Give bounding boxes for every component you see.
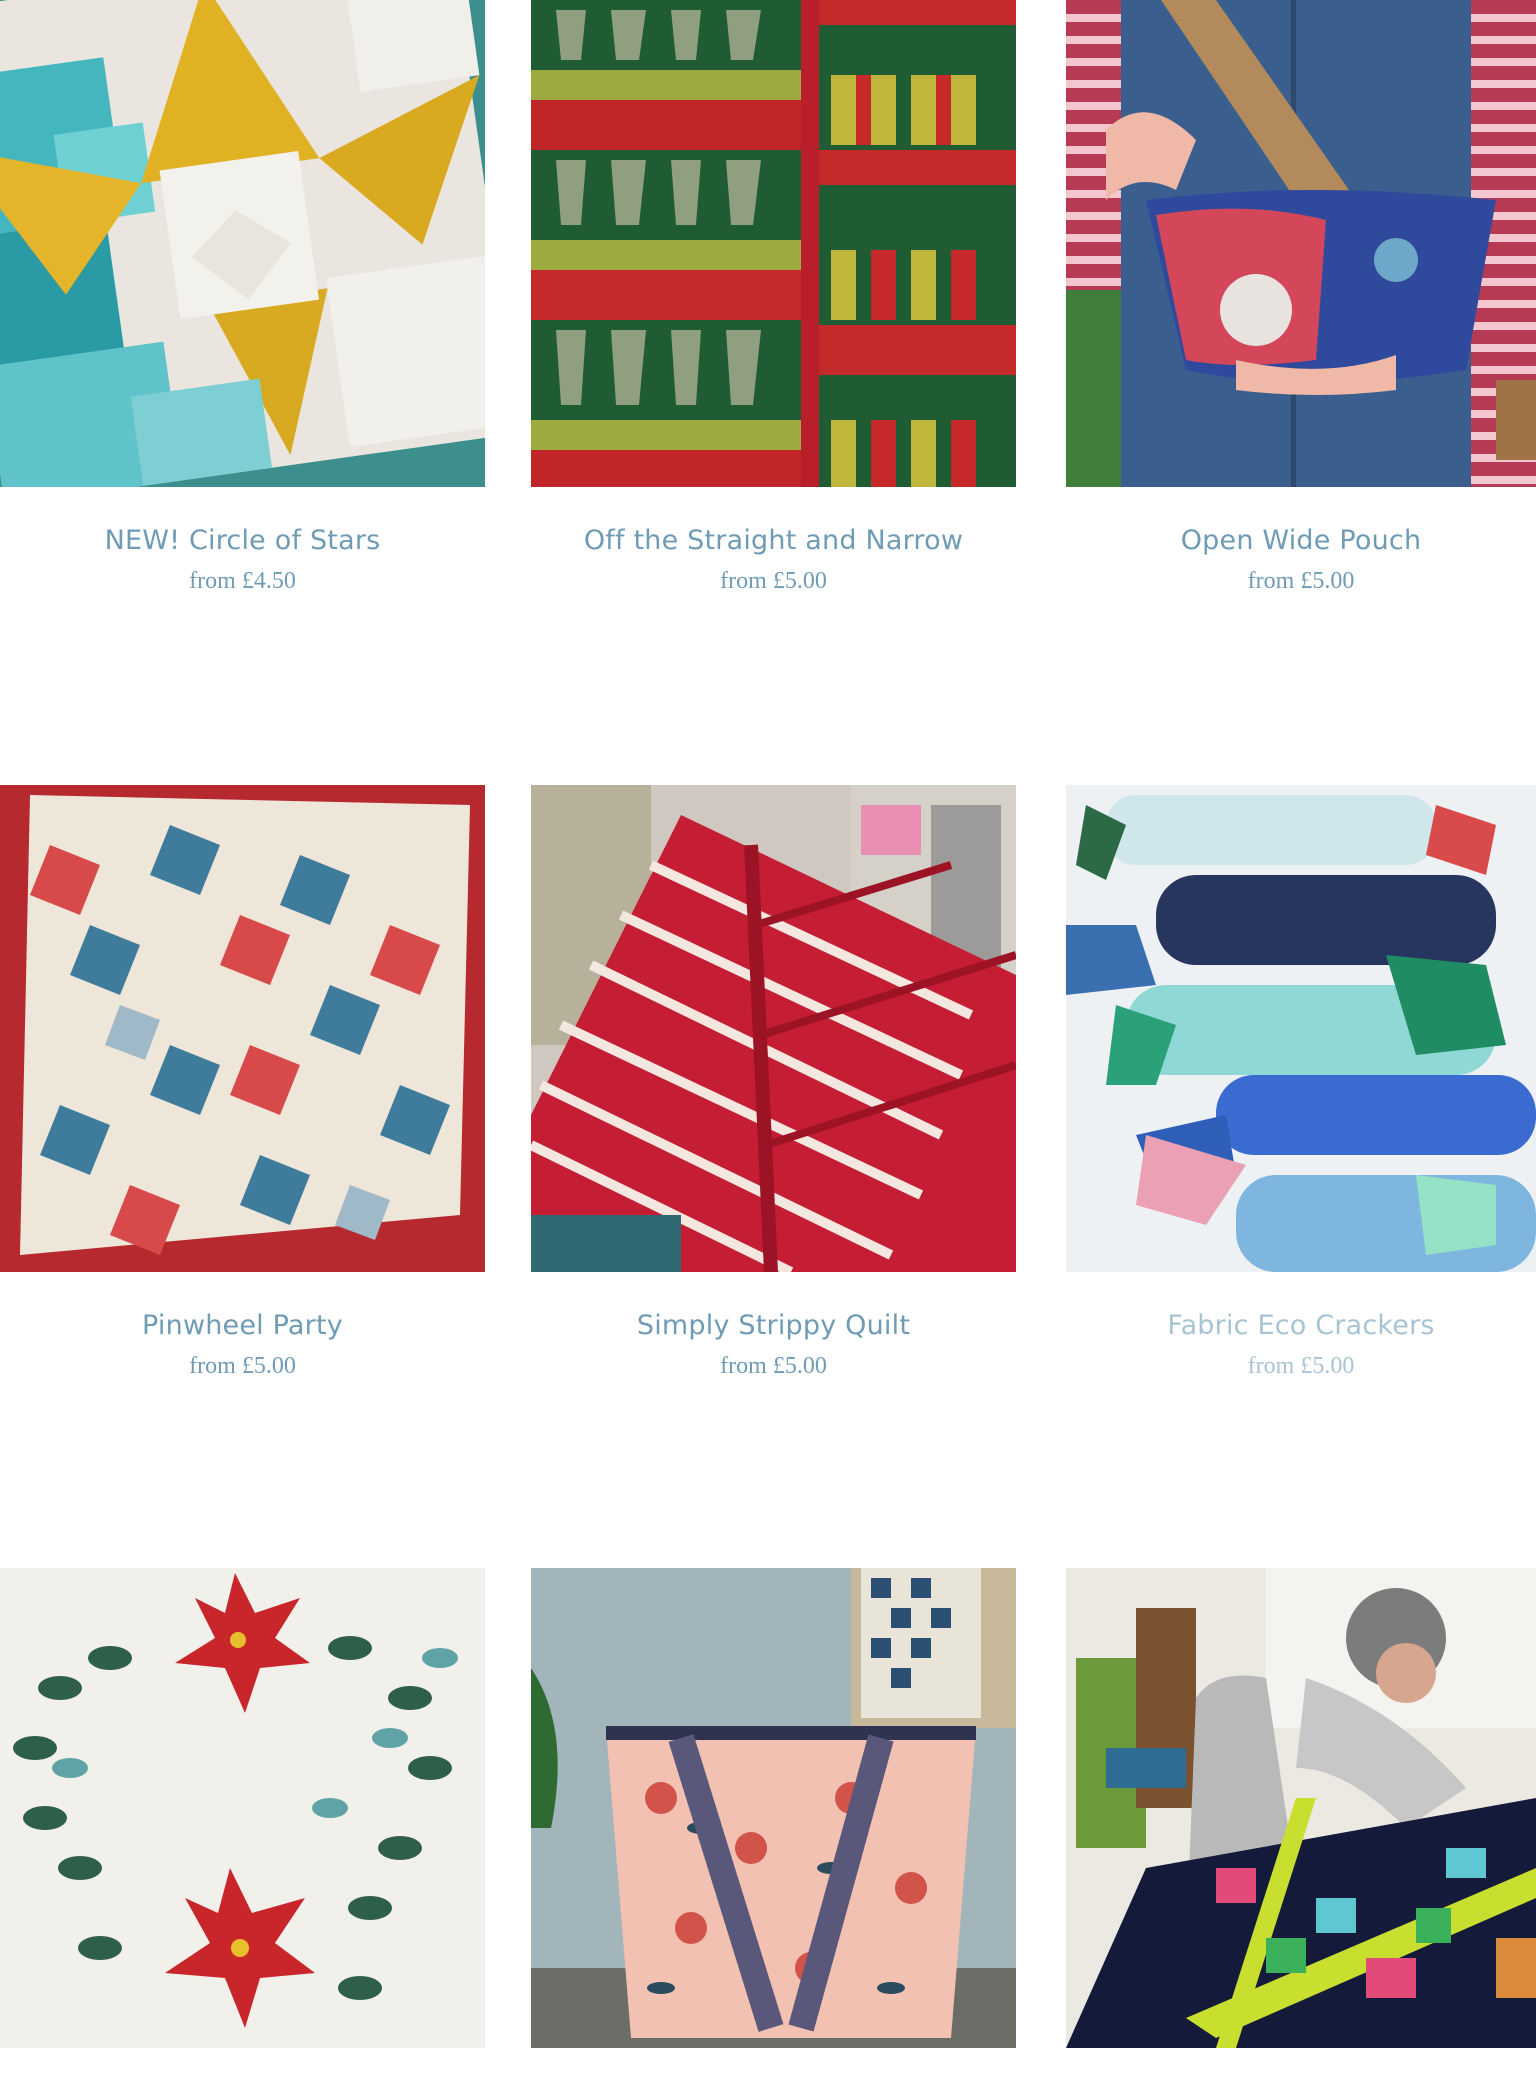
product-grid: NEW! Circle of Stars from £4.50 Off the …: [0, 0, 1536, 2048]
product-title[interactable]: Fabric Eco Crackers: [1066, 1310, 1536, 1341]
product-title[interactable]: Open Wide Pouch: [1066, 525, 1536, 556]
product-image-workshop[interactable]: [1066, 1568, 1536, 2048]
product-image-fabric-eco-crackers[interactable]: [1066, 785, 1536, 1272]
product-card-simply-strippy-quilt[interactable]: Simply Strippy Quilt from £5.00: [531, 785, 1016, 1380]
product-price: from £5.00: [720, 568, 827, 594]
product-price: from £5.00: [1247, 1353, 1355, 1379]
product-card-circle-of-stars[interactable]: NEW! Circle of Stars from £4.50: [0, 0, 485, 595]
product-card-poinsettia-wreath[interactable]: [0, 1568, 485, 2086]
product-price: from £5.00: [720, 1353, 827, 1379]
product-title[interactable]: Off the Straight and Narrow: [531, 525, 1016, 556]
product-image-poinsettia-wreath[interactable]: [0, 1568, 485, 2048]
product-image-off-the-straight-and-narrow[interactable]: [531, 0, 1016, 487]
product-image-open-wide-pouch[interactable]: [1066, 0, 1536, 487]
product-card-tote-bag[interactable]: [531, 1568, 1016, 2086]
product-title[interactable]: Pinwheel Party: [0, 1310, 485, 1341]
product-title[interactable]: NEW! Circle of Stars: [0, 525, 485, 556]
product-card-fabric-eco-crackers[interactable]: Fabric Eco Crackers from £5.00: [1066, 785, 1536, 1380]
product-title[interactable]: Simply Strippy Quilt: [531, 1310, 1016, 1341]
product-image-simply-strippy-quilt[interactable]: [531, 785, 1016, 1272]
product-image-tote-bag[interactable]: [531, 1568, 1016, 2048]
product-price: from £4.50: [189, 568, 296, 594]
product-card-workshop[interactable]: [1066, 1568, 1536, 2086]
product-image-circle-of-stars[interactable]: [0, 0, 485, 487]
product-price: from £5.00: [189, 1353, 296, 1379]
product-card-pinwheel-party[interactable]: Pinwheel Party from £5.00: [0, 785, 485, 1380]
product-price: from £5.00: [1247, 568, 1355, 594]
product-card-open-wide-pouch[interactable]: Open Wide Pouch from £5.00: [1066, 0, 1536, 595]
product-image-pinwheel-party[interactable]: [0, 785, 485, 1272]
product-card-off-the-straight-and-narrow[interactable]: Off the Straight and Narrow from £5.00: [531, 0, 1016, 595]
